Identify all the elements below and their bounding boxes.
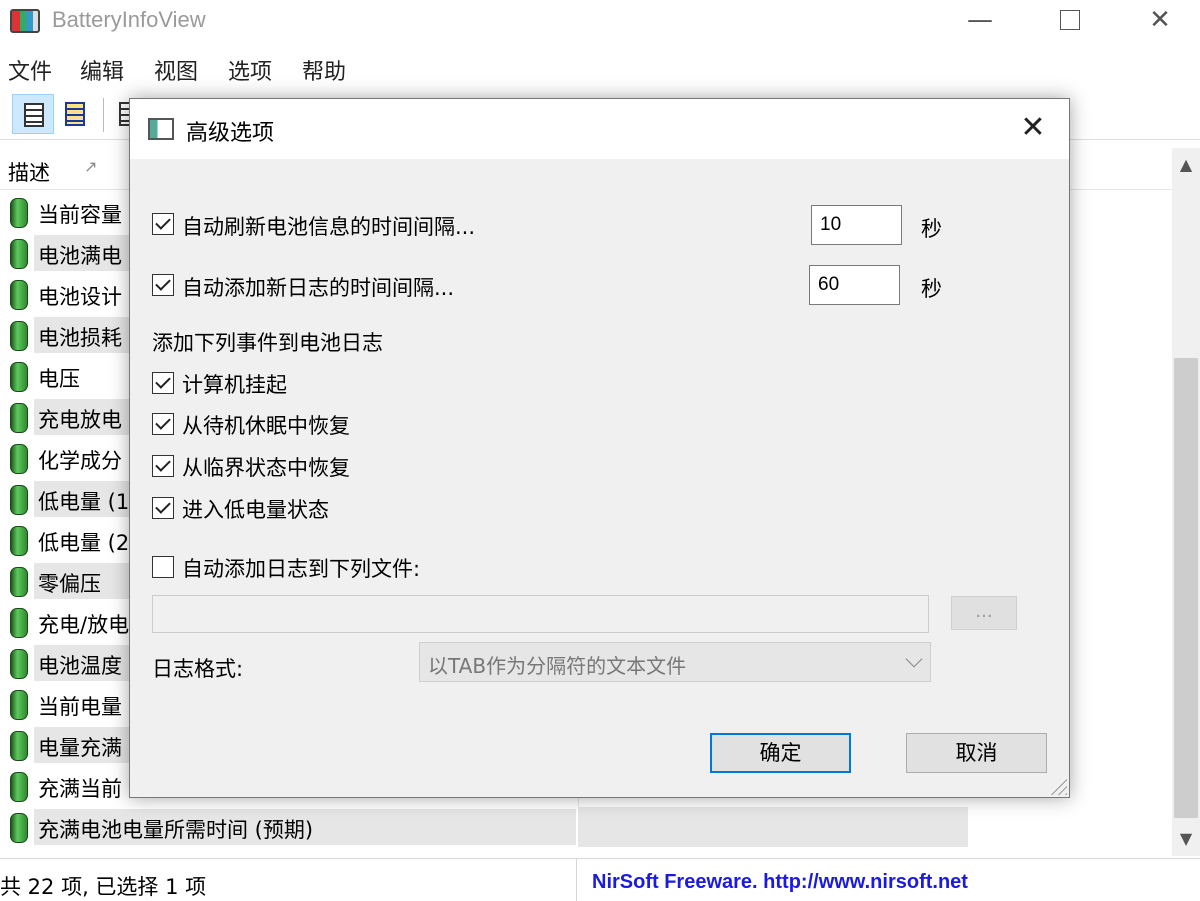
menu-help[interactable]: 帮助: [302, 54, 346, 86]
menu-edit[interactable]: 编辑: [80, 54, 124, 86]
title-bar: BatteryInfoView — ✕: [0, 0, 1200, 44]
vertical-scrollbar[interactable]: ▲ ▼: [1172, 148, 1200, 856]
battery-icon: [10, 239, 28, 269]
list-item-label: 低电量 (2: [38, 531, 130, 555]
scroll-down-icon[interactable]: ▼: [1172, 822, 1200, 856]
auto-refresh-label[interactable]: 自动刷新电池信息的时间间隔...: [182, 211, 475, 241]
list-item[interactable]: 充满电池电量所需时间 (预期): [0, 807, 1172, 847]
refresh-unit-label: 秒: [921, 217, 942, 241]
log-format-value: 以TAB作为分隔符的文本文件: [428, 654, 687, 678]
item-count-status: 共 22 项, 已选择 1 项: [0, 875, 207, 899]
menu-options[interactable]: 选项: [228, 54, 272, 86]
toolbar-separator: [103, 98, 104, 132]
status-bar: 共 22 项, 已选择 1 项 NirSoft Freeware. http:/…: [0, 858, 1200, 901]
list-item-label: 低电量 (1: [38, 490, 130, 514]
list-item-value: [578, 807, 968, 847]
list-item-label: 充满当前: [38, 777, 122, 801]
scrollbar-thumb[interactable]: [1174, 358, 1198, 818]
list-item-label: 电量充满: [38, 736, 122, 760]
battery-icon: [10, 444, 28, 474]
battery-icon: [10, 690, 28, 720]
battery-icon: [10, 362, 28, 392]
resize-grip-icon[interactable]: [1049, 777, 1067, 795]
log-format-label: 日志格式:: [152, 657, 244, 681]
list-item-label: 化学成分: [38, 449, 122, 473]
list-item-label: 电池满电: [38, 244, 122, 268]
ok-button[interactable]: 确定: [710, 733, 851, 773]
list-item-label: 充满电池电量所需时间 (预期): [38, 818, 314, 842]
event-suspend-checkbox[interactable]: [152, 372, 174, 394]
app-icon: [10, 9, 40, 33]
chevron-down-icon: [905, 650, 923, 668]
log-unit-label: 秒: [921, 277, 942, 301]
event-resume-standby-checkbox[interactable]: [152, 413, 174, 435]
log-to-file-label[interactable]: 自动添加日志到下列文件:: [182, 553, 420, 583]
battery-icon: [10, 403, 28, 433]
toolbar-battery-info-button[interactable]: [12, 94, 54, 134]
list-item-label: 电池损耗: [38, 326, 122, 350]
battery-icon: [10, 280, 28, 310]
auto-add-log-label[interactable]: 自动添加新日志的时间间隔...: [182, 272, 454, 302]
sort-ascending-icon: ↗: [84, 157, 98, 176]
dialog-icon: [148, 118, 174, 140]
list-item-label: 当前容量: [38, 203, 122, 227]
event-low-battery-label[interactable]: 进入低电量状态: [182, 494, 329, 524]
list-item-label: 充电放电: [38, 408, 122, 432]
log-icon: [65, 102, 85, 126]
cancel-button[interactable]: 取消: [906, 733, 1047, 773]
log-interval-input[interactable]: 60: [809, 265, 900, 305]
menu-file[interactable]: 文件: [8, 54, 52, 86]
log-format-select[interactable]: 以TAB作为分隔符的文本文件: [419, 642, 931, 682]
browse-file-button[interactable]: ...: [951, 596, 1017, 630]
menu-view[interactable]: 视图: [154, 54, 198, 86]
battery-icon: [10, 772, 28, 802]
event-resume-critical-checkbox[interactable]: [152, 455, 174, 477]
list-item-label: 电池温度: [38, 654, 122, 678]
battery-icon: [10, 649, 28, 679]
event-low-battery-checkbox[interactable]: [152, 497, 174, 519]
list-item-label: 当前电量: [38, 695, 122, 719]
battery-icon: [10, 813, 28, 843]
battery-icon: [10, 731, 28, 761]
event-resume-critical-label[interactable]: 从临界状态中恢复: [182, 452, 350, 482]
minimize-button[interactable]: —: [935, 0, 1025, 44]
advanced-options-dialog: 高级选项 ✕ 自动刷新电池信息的时间间隔... 10 秒 自动添加新日志的时间间…: [129, 98, 1070, 798]
toolbar-battery-log-button[interactable]: [54, 94, 96, 134]
dialog-close-button[interactable]: ✕: [1010, 107, 1056, 151]
list-item-label: 电池设计: [38, 285, 122, 309]
dialog-title: 高级选项: [186, 121, 275, 146]
list-icon: [24, 103, 44, 127]
battery-icon: [10, 485, 28, 515]
battery-icon: [10, 321, 28, 351]
battery-icon: [10, 198, 28, 228]
events-heading: 添加下列事件到电池日志: [152, 331, 383, 355]
close-button[interactable]: ✕: [1115, 0, 1200, 44]
list-item-label: 充电/放电: [38, 613, 130, 637]
battery-icon: [10, 526, 28, 556]
maximize-icon: [1060, 10, 1080, 30]
battery-icon: [10, 567, 28, 597]
event-suspend-label[interactable]: 计算机挂起: [182, 369, 287, 399]
scroll-up-icon[interactable]: ▲: [1172, 148, 1200, 182]
window-title: BatteryInfoView: [52, 7, 206, 32]
column-header-description[interactable]: 描述: [8, 157, 50, 187]
log-file-path-input[interactable]: [152, 595, 929, 633]
event-resume-standby-label[interactable]: 从待机休眠中恢复: [182, 410, 350, 440]
maximize-button[interactable]: [1025, 0, 1115, 44]
battery-icon: [10, 608, 28, 638]
log-to-file-checkbox[interactable]: [152, 556, 174, 578]
auto-refresh-checkbox[interactable]: [152, 213, 174, 235]
list-item-label: 电压: [38, 367, 80, 391]
list-item-label: 零偏压: [38, 572, 101, 596]
refresh-interval-input[interactable]: 10: [811, 205, 902, 245]
dialog-title-bar: 高级选项 ✕: [130, 99, 1069, 159]
auto-add-log-checkbox[interactable]: [152, 274, 174, 296]
nirsoft-link[interactable]: NirSoft Freeware. http://www.nirsoft.net: [592, 871, 968, 894]
menu-bar: 文件 编辑 视图 选项 帮助: [0, 50, 1200, 86]
